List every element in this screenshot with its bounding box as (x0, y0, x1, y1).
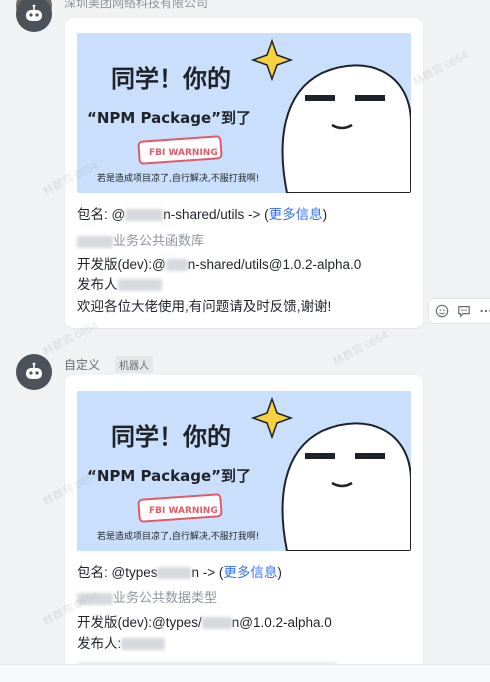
company-name: 深圳美团网络科技有限公司 (64, 0, 209, 10)
bot-tag: 机器人 (115, 356, 153, 373)
banner-headline-1: 同学！你的 (111, 423, 231, 451)
sender-name[interactable]: 自定义 (64, 356, 100, 373)
publisher-line: 发布人: (77, 635, 166, 653)
package-name-line: 包名: @ n-shared/utils -> (更多信息) (77, 206, 327, 224)
redacted-text (201, 617, 232, 630)
package-suffix: n-shared/utils -> ( (163, 207, 269, 222)
banner-headline-2: “NPM Package”到了 (87, 467, 251, 485)
package-desc: 业务公共函数库 (113, 233, 205, 248)
redacted-text (157, 567, 192, 580)
package-close: ) (277, 565, 282, 580)
banner-stamp: FBI WARNING (149, 506, 218, 516)
package-prefix: 包名: @ (77, 207, 126, 222)
bot-avatar[interactable] (16, 0, 52, 32)
package-desc-line: 业务公共数据类型 (77, 589, 217, 607)
redacted-text (117, 279, 162, 292)
dev-prefix: 开发版(dev):@types/ (77, 615, 202, 630)
npm-banner-image: 同学！你的 “NPM Package”到了 FBI WARNING 若是造成项目… (77, 391, 411, 551)
redacted-text (125, 209, 164, 222)
package-desc: 业务公共数据类型 (113, 590, 218, 605)
robot-icon (26, 4, 42, 21)
dev-suffix: n-shared/utils@1.0.2-alpha.0 (187, 257, 362, 272)
publisher-label: 发布人: (77, 636, 122, 651)
chat-panel: 深圳美团网络科技有限公司 同学！你的 “NPM Package”到了 FBI W… (0, 0, 490, 682)
package-name-line: 包名: @types n -> (更多信息) (77, 564, 282, 582)
dev-prefix: 开发版(dev):@ (77, 257, 166, 272)
banner-headline-1: 同学！你的 (111, 65, 231, 93)
watermark: 林群宾 0654 (331, 329, 391, 369)
banner-subline: 若是造成项目凉了,自行解决,不服打我啊! (97, 530, 259, 542)
redacted-text (77, 592, 113, 605)
more-info-link[interactable]: 更多信息 (269, 207, 323, 222)
message-card: 同学！你的 “NPM Package”到了 FBI WARNING 若是造成项目… (65, 375, 423, 675)
redacted-text (121, 638, 166, 651)
package-close: ) (322, 207, 328, 222)
banner-stamp: FBI WARNING (149, 148, 218, 158)
more-icon[interactable] (475, 300, 490, 322)
bottom-bar (0, 664, 490, 682)
dev-version-line: 开发版(dev):@types/n@1.0.2-alpha.0 (77, 614, 332, 632)
redacted-text (165, 259, 188, 272)
package-prefix: 包名: @types (77, 565, 158, 580)
npm-banner-image: 同学！你的 “NPM Package”到了 FBI WARNING 若是造成项目… (77, 33, 411, 193)
reply-icon[interactable] (453, 300, 475, 322)
message-actions (428, 298, 490, 324)
publisher-label: 发布人 (77, 277, 118, 292)
emoji-icon[interactable] (431, 300, 453, 322)
dev-version-line: 开发版(dev):@ n-shared/utils@1.0.2-alpha.0 (77, 256, 361, 274)
banner-headline-2: “NPM Package”到了 (87, 109, 251, 127)
redacted-text (77, 235, 113, 248)
publisher-line: 发布人 (77, 276, 162, 294)
message-card: 同学！你的 “NPM Package”到了 FBI WARNING 若是造成项目… (65, 18, 423, 328)
welcome-line: 欢迎各位大佬使用,有问题请及时反馈,谢谢! (77, 299, 332, 314)
banner-subline: 若是造成项目凉了,自行解决,不服打我啊! (97, 172, 259, 184)
dev-suffix: n@1.0.2-alpha.0 (231, 615, 332, 630)
robot-icon (26, 362, 42, 379)
more-info-link[interactable]: 更多信息 (223, 565, 277, 580)
package-desc-line: 业务公共函数库 (77, 232, 204, 250)
package-suffix: n -> ( (191, 565, 224, 580)
bot-avatar[interactable] (16, 354, 52, 390)
